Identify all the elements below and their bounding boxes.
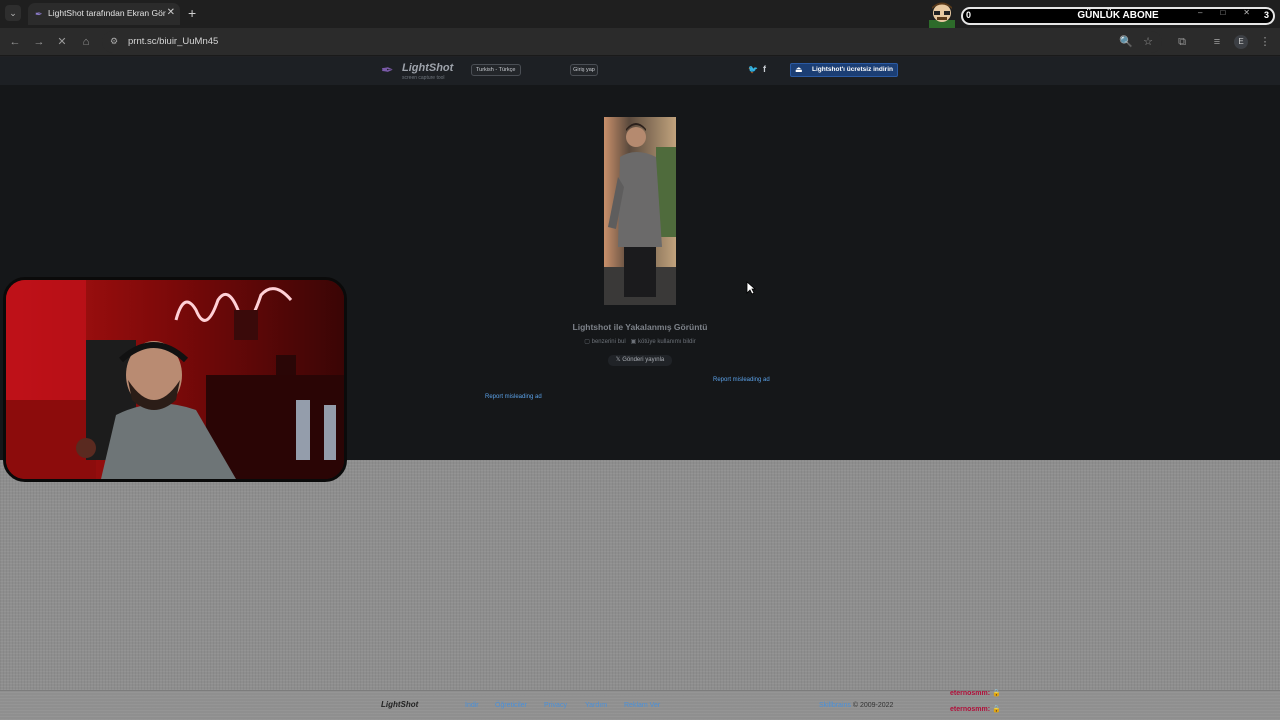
footer-copyright: Skillbrains © 2009-2022 (819, 702, 893, 709)
extensions-icon[interactable]: ⧉ (1175, 35, 1189, 49)
login-button[interactable]: Giriş yap (570, 64, 598, 76)
image-caption: Lightshot ile Yakalanmış Görüntü (572, 322, 708, 332)
footer-link-download[interactable]: İndir (465, 702, 479, 709)
post-to-x-button[interactable]: 𝕏 Gönderi yayınla (608, 355, 672, 366)
find-similar-icon: ▢ (584, 339, 590, 345)
lightshot-logo[interactable]: ✒ LightShot screen capture tool (381, 61, 454, 83)
back-icon[interactable]: ← (8, 35, 22, 49)
screenshot-image[interactable] (604, 117, 676, 305)
profile-avatar[interactable]: E (1234, 35, 1248, 49)
forward-icon[interactable]: → (32, 35, 46, 49)
stop-loading-icon[interactable]: ✕ (55, 35, 69, 49)
footer-link-privacy[interactable]: Privacy (544, 702, 567, 709)
tab-strip: ⌄ ✒ LightShot tarafından Ekran Görüntüsü… (0, 0, 1280, 30)
footer-link-help[interactable]: Yardım (585, 702, 607, 709)
find-similar-link[interactable]: benzerini bul (592, 339, 626, 345)
footer-link-advertise[interactable]: Reklam Ver (624, 702, 660, 709)
copyright-text: © 2009-2022 (852, 702, 894, 709)
webcam-overlay (3, 277, 347, 482)
mouse-cursor-icon (746, 281, 756, 295)
site-footer: LightShot İndir Öğreticiler Privacy Yard… (0, 690, 1280, 720)
download-icon: ⏏ (795, 65, 803, 74)
tab-title: LightShot tarafından Ekran Görüntüsü (48, 8, 166, 18)
chat-overlay-line: eternosmm: 🔒 (950, 706, 1001, 713)
lightshot-favicon-icon: ✒ (35, 9, 43, 19)
download-button[interactable]: ⏏ Lightshot'ı ücretsiz indirin (790, 63, 898, 77)
site-header: ✒ LightShot screen capture tool Turkish … (0, 57, 1280, 85)
x-logo-icon: 𝕏 (615, 357, 621, 363)
tab-close-icon[interactable]: ✕ (167, 7, 175, 18)
facebook-icon[interactable]: f (763, 64, 766, 74)
mascot-avatar-icon (929, 2, 955, 30)
menu-kebab-icon[interactable]: ⋮ (1258, 35, 1272, 49)
tab-search-button[interactable]: ⌄ (5, 5, 21, 21)
home-icon[interactable]: ⌂ (79, 35, 93, 49)
report-abuse-link[interactable]: kötüye kullanımı bildir (638, 339, 696, 345)
image-actions: ▢ benzerini bul ▣ kötüye kullanımı bildi… (540, 338, 740, 345)
download-label: Lightshot'ı ücretsiz indirin (812, 66, 893, 73)
site-info-icon[interactable]: ⚙ (110, 36, 118, 47)
feather-icon: ✒ (381, 62, 394, 79)
window-controls[interactable]: –□✕ (1198, 8, 1268, 17)
report-abuse-icon: ▣ (630, 339, 637, 345)
zoom-icon[interactable]: 🔍 (1119, 35, 1133, 49)
ad-placeholder-area (0, 460, 1280, 690)
twitter-icon[interactable]: 🐦 (748, 65, 758, 74)
browser-toolbar: ← → ✕ ⌂ ⚙ prnt.sc/biuir_UuMn45 🔍 ☆ ⧉ ≡ E… (0, 28, 1280, 56)
skillbrains-link[interactable]: Skillbrains (819, 702, 851, 709)
screenshot-photo (604, 117, 676, 305)
footer-link-tutorials[interactable]: Öğreticiler (495, 702, 527, 709)
webcam-feed (6, 280, 344, 479)
logo-text: LightShot (402, 62, 454, 74)
footer-logo[interactable]: LightShot (381, 700, 418, 709)
report-ad-link[interactable]: Report misleading ad (485, 394, 542, 400)
post-button-label: Gönderi yayınla (622, 357, 665, 363)
browser-tab-active[interactable]: ✒ LightShot tarafından Ekran Görüntüsü ✕ (28, 3, 180, 25)
language-select[interactable]: Turkish - Türkçe (471, 64, 521, 76)
logo-subtitle: screen capture tool (402, 75, 445, 81)
url-text[interactable]: prnt.sc/biuir_UuMn45 (128, 36, 218, 47)
chat-overlay-line: eternosmm: 🔒 (950, 690, 1001, 697)
address-bar[interactable]: ⚙ prnt.sc/biuir_UuMn45 (102, 31, 1162, 53)
media-controls-icon[interactable]: ≡ (1210, 35, 1224, 49)
report-ad-link[interactable]: Report misleading ad (713, 377, 770, 383)
bookmark-star-icon[interactable]: ☆ (1141, 35, 1155, 49)
new-tab-button[interactable]: + (188, 5, 196, 21)
